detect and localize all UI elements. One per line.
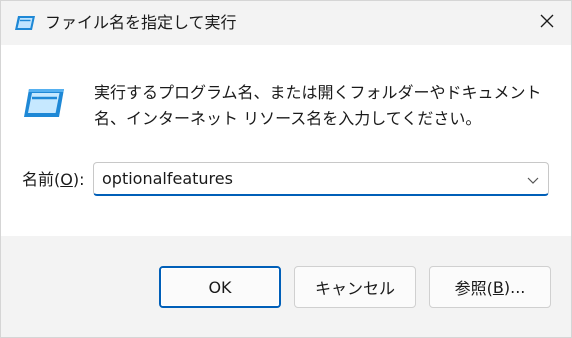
chevron-down-icon[interactable] xyxy=(526,172,540,186)
button-bar: OK キャンセル 参照(B)... xyxy=(1,236,571,337)
name-label-prefix: 名前( xyxy=(22,170,61,189)
command-input[interactable] xyxy=(94,163,522,194)
window-title: ファイル名を指定して実行 xyxy=(45,13,237,32)
close-button[interactable] xyxy=(523,1,571,45)
title-bar[interactable]: ファイル名を指定して実行 xyxy=(1,1,571,45)
name-label-suffix: ): xyxy=(72,170,85,189)
run-dialog: ファイル名を指定して実行 実行するプログラム名、または開くフォルダーやドキュメン… xyxy=(0,0,572,338)
browse-label-suffix: )... xyxy=(503,277,526,297)
browse-label-prefix: 参照( xyxy=(454,279,493,298)
dialog-content: 実行するプログラム名、または開くフォルダーやドキュメント名、インターネット リソ… xyxy=(1,45,571,236)
browse-label-mnemonic: B xyxy=(492,277,504,297)
browse-button[interactable]: 参照(B)... xyxy=(429,266,551,308)
cancel-button[interactable]: キャンセル xyxy=(294,266,416,308)
ok-button[interactable]: OK xyxy=(159,266,281,308)
name-label-mnemonic: O xyxy=(60,170,73,189)
command-combobox[interactable] xyxy=(93,162,549,196)
run-icon xyxy=(22,87,66,119)
dialog-description: 実行するプログラム名、または開くフォルダーやドキュメント名、インターネット リソ… xyxy=(94,83,542,128)
close-icon xyxy=(539,13,555,33)
run-icon xyxy=(14,14,36,32)
name-field-label: 名前(O): xyxy=(22,169,84,191)
